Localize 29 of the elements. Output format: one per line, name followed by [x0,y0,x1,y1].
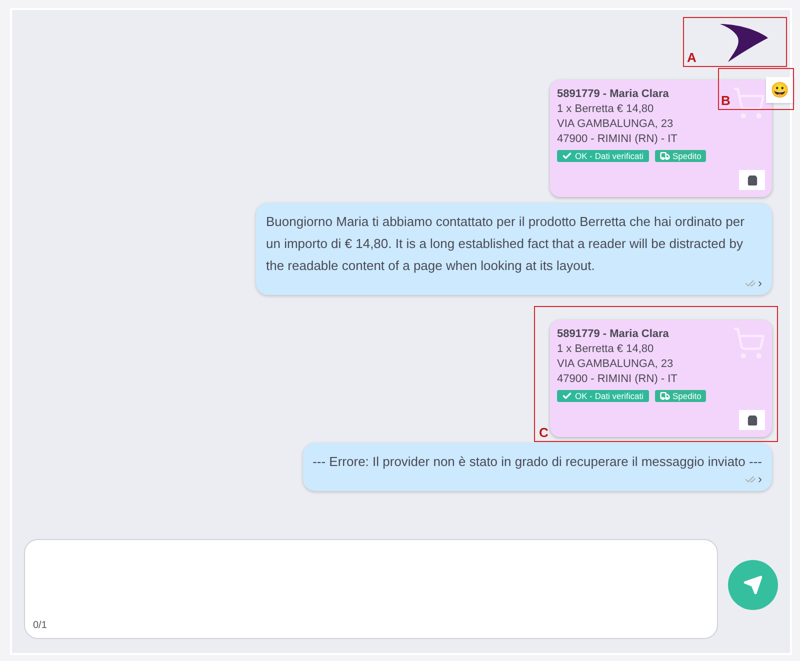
shipped-badge: Spedito [654,390,706,402]
status-badge: OK - Dati verificati [557,390,648,402]
expand-toggle[interactable]: › [758,473,762,485]
order-line: 1 x Berretta € 14,80 [557,342,654,357]
read-ticks-icon [745,278,756,288]
annotation-label: C [539,425,548,440]
order-line: 47900 - RIMINI (RN) - IT [557,132,678,147]
logo-icon [718,22,768,62]
order-title: 5891779 - Maria Clara [557,87,669,102]
bag-button[interactable] [739,410,765,430]
character-counter: 0/1 [33,620,47,631]
send-icon [743,575,763,595]
shipped-badge: Spedito [654,150,706,162]
read-ticks-icon [745,474,756,484]
order-title: 5891779 - Maria Clara [557,327,669,342]
bag-button[interactable] [739,170,765,190]
order-line: VIA GAMBALUNGA, 23 [557,117,674,132]
order-line: 47900 - RIMINI (RN) - IT [557,372,678,387]
reaction-emoji: 😀 [766,77,794,103]
annotation-label: A [687,50,696,65]
message-input[interactable]: 0/1 [24,539,718,639]
status-badge: OK - Dati verificati [557,150,648,162]
message-text: --- Errore: Il provider non è stato in grado di recuperare il messaggio inviato --- [312,453,762,471]
expand-toggle[interactable]: › [758,277,762,289]
cart-icon [732,86,766,120]
message-text: Buongiorno Maria ti abbiamo contattato per il prodotto Berretta che hai ordinato per un importo di € 14,80. It is a long established fact that a reader will be distracted by the readable content of a page when looking at its layout. [266,213,746,275]
annotation-label: B [721,93,730,108]
order-line: 1 x Berretta € 14,80 [557,102,654,117]
order-line: VIA GAMBALUNGA, 23 [557,357,674,372]
